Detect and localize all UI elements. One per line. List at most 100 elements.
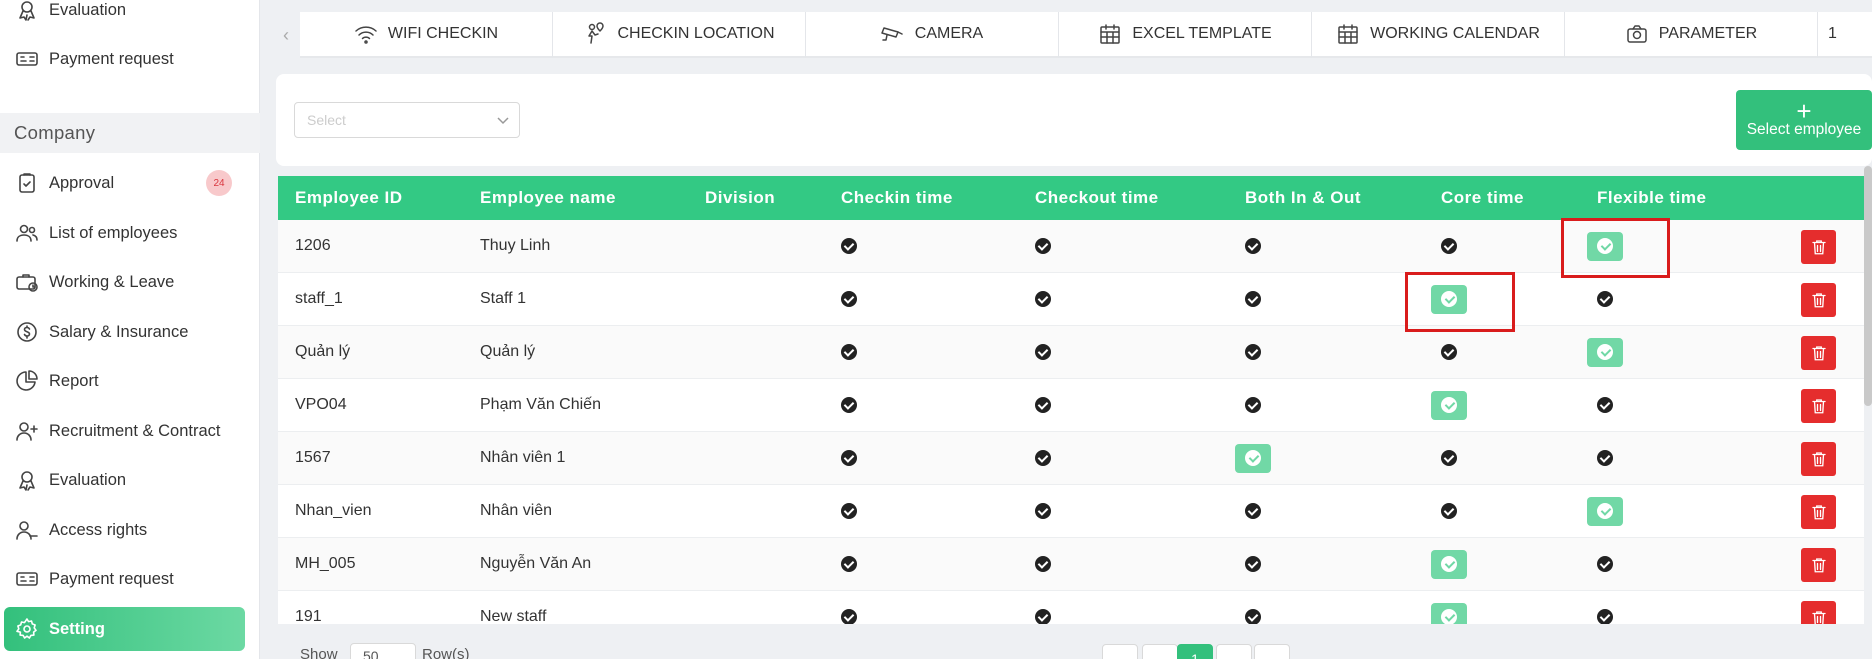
delete-button[interactable]: [1801, 230, 1836, 264]
sidebar-item-evaluation-top[interactable]: Evaluation: [0, 0, 260, 30]
tab-wifi-checkin[interactable]: WIFI CHECKIN: [300, 12, 553, 58]
check-circle-icon[interactable]: [1441, 450, 1457, 466]
table-row[interactable]: MH_005 Nguyễn Văn An: [278, 538, 1864, 591]
check-circle-icon[interactable]: [1245, 609, 1261, 624]
check-circle-icon[interactable]: [1245, 397, 1261, 413]
sidebar-item-label: Setting: [49, 619, 105, 638]
sidebar: Evaluation Payment request Company Appro…: [0, 0, 260, 659]
table-row[interactable]: staff_1 Staff 1: [278, 273, 1864, 326]
sidebar-item-payment-request-top[interactable]: Payment request: [0, 39, 260, 79]
check-circle-icon[interactable]: [1245, 503, 1261, 519]
check-circle-icon[interactable]: [841, 450, 857, 466]
sidebar-item-report[interactable]: Report: [0, 361, 260, 401]
check-circle-icon[interactable]: [1245, 291, 1261, 307]
sidebar-item-salary-insurance[interactable]: Salary & Insurance: [0, 312, 260, 352]
check-circle-icon[interactable]: [841, 344, 857, 360]
delete-button[interactable]: [1801, 601, 1836, 624]
tab-camera[interactable]: CAMERA: [806, 12, 1059, 58]
check-selected-icon[interactable]: [1587, 232, 1623, 261]
select-dropdown[interactable]: Select: [294, 102, 520, 138]
delete-button[interactable]: [1801, 495, 1836, 529]
check-circle-icon[interactable]: [1597, 450, 1613, 466]
tab-prev-arrow[interactable]: ‹: [272, 12, 300, 58]
sidebar-item-payment-request[interactable]: Payment request: [0, 559, 260, 599]
check-circle-icon[interactable]: [1035, 344, 1051, 360]
table-row[interactable]: Quản lý Quản lý: [278, 326, 1864, 379]
select-employee-button[interactable]: + Select employee: [1736, 90, 1872, 150]
delete-button[interactable]: [1801, 389, 1836, 423]
check-circle-icon[interactable]: [841, 503, 857, 519]
sidebar-item-list-of-employees[interactable]: List of employees: [0, 213, 260, 253]
last-page-button[interactable]: [1254, 644, 1290, 659]
sidebar-item-label: Working & Leave: [49, 272, 175, 291]
check-selected-icon[interactable]: [1431, 603, 1467, 624]
delete-button[interactable]: [1801, 548, 1836, 582]
payment-icon: [15, 47, 43, 71]
check-selected-icon[interactable]: [1431, 550, 1467, 579]
working-leave-icon: [15, 270, 43, 294]
sidebar-item-approval[interactable]: Approval 24: [0, 163, 260, 203]
check-circle-icon[interactable]: [841, 397, 857, 413]
check-circle-icon[interactable]: [1035, 450, 1051, 466]
next-page-button[interactable]: [1216, 644, 1252, 659]
check-circle-icon[interactable]: [1597, 291, 1613, 307]
trash-icon: [1811, 505, 1826, 520]
check-circle-icon[interactable]: [1441, 503, 1457, 519]
check-circle-icon[interactable]: [1035, 397, 1051, 413]
table-row[interactable]: 1206 Thuy Linh: [278, 220, 1864, 273]
cell-employee-id: 191: [295, 608, 322, 624]
page-size-input[interactable]: 50: [350, 643, 416, 659]
check-circle-icon[interactable]: [1597, 556, 1613, 572]
table-row[interactable]: 1567 Nhân viên 1: [278, 432, 1864, 485]
table-header: Employee ID Employee name Division Check…: [278, 176, 1864, 220]
page-button-current[interactable]: 1: [1177, 644, 1213, 659]
scrollbar[interactable]: [1864, 166, 1872, 406]
check-circle-icon[interactable]: [1597, 609, 1613, 624]
delete-button[interactable]: [1801, 283, 1836, 317]
check-circle-icon[interactable]: [1245, 344, 1261, 360]
check-circle-icon[interactable]: [1035, 609, 1051, 624]
tab-overflow[interactable]: 1: [1818, 12, 1872, 58]
check-circle-icon[interactable]: [1441, 344, 1457, 360]
camera-icon: [1625, 22, 1649, 46]
sidebar-item-working-leave[interactable]: Working & Leave: [0, 262, 260, 302]
col-header-both-in-out: Both In & Out: [1245, 188, 1362, 207]
table-row[interactable]: VPO04 Phạm Văn Chiến: [278, 379, 1864, 432]
check-selected-icon[interactable]: [1587, 338, 1623, 367]
check-circle-icon[interactable]: [1597, 397, 1613, 413]
cell-employee-id: staff_1: [295, 290, 343, 307]
sidebar-item-setting[interactable]: Setting: [4, 607, 245, 651]
table-row[interactable]: Nhan_vien Nhân viên: [278, 485, 1864, 538]
check-selected-icon[interactable]: [1431, 391, 1467, 420]
check-selected-icon[interactable]: [1235, 444, 1271, 473]
tab-working-calendar[interactable]: WORKING CALENDAR: [1312, 12, 1565, 58]
sidebar-item-evaluation[interactable]: Evaluation: [0, 460, 260, 500]
check-circle-icon[interactable]: [841, 291, 857, 307]
tab-checkin-location[interactable]: CHECKIN LOCATION: [553, 12, 806, 58]
check-circle-icon[interactable]: [841, 609, 857, 624]
delete-button[interactable]: [1801, 336, 1836, 370]
table-row[interactable]: 191 New staff: [278, 591, 1864, 624]
first-page-button[interactable]: [1102, 644, 1138, 659]
delete-button[interactable]: [1801, 442, 1836, 476]
tab-excel-template[interactable]: EXCEL TEMPLATE: [1059, 12, 1312, 58]
check-selected-icon[interactable]: [1431, 285, 1467, 314]
settings-tab-bar: ‹ WIFI CHECKIN CHECKIN LOCATION CAMERA E…: [272, 12, 1872, 58]
tab-label: PARAMETER: [1658, 25, 1758, 42]
prev-page-button[interactable]: [1142, 644, 1178, 659]
check-circle-icon[interactable]: [1035, 556, 1051, 572]
check-circle-icon[interactable]: [1035, 238, 1051, 254]
check-circle-icon[interactable]: [841, 238, 857, 254]
check-circle-icon[interactable]: [1245, 238, 1261, 254]
check-circle-icon[interactable]: [841, 556, 857, 572]
cell-employee-name: Staff 1: [480, 290, 526, 307]
sidebar-item-access-rights[interactable]: Access rights: [0, 510, 260, 550]
check-circle-icon[interactable]: [1245, 556, 1261, 572]
check-selected-icon[interactable]: [1587, 497, 1623, 526]
sidebar-item-recruitment-contract[interactable]: Recruitment & Contract: [0, 411, 260, 451]
tab-parameter[interactable]: PARAMETER: [1565, 12, 1818, 58]
check-circle-icon[interactable]: [1035, 291, 1051, 307]
check-circle-icon[interactable]: [1441, 238, 1457, 254]
cell-employee-id: VPO04: [295, 396, 347, 413]
check-circle-icon[interactable]: [1035, 503, 1051, 519]
